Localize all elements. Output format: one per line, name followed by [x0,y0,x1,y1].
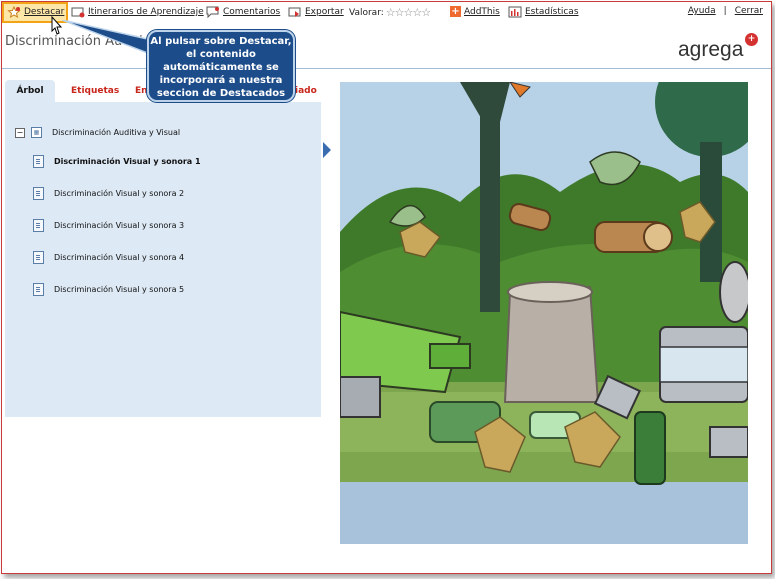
tree-item-label[interactable]: Discriminación Visual y sonora 4 [54,253,184,262]
tree-item[interactable]: Discriminación Visual y sonora 4 [33,251,184,264]
header-links: Ayuda | Cerrar [688,6,763,16]
rating-stars[interactable]: ☆☆☆☆☆ [386,6,431,19]
exportar-label[interactable]: Exportar [305,7,344,17]
package-icon: ▦ [31,127,42,138]
comentarios-button[interactable]: Comentarios [206,6,280,18]
estadisticas-button[interactable]: Estadísticas [508,6,579,18]
tree-item[interactable]: Discriminación Visual y sonora 5 [33,283,184,296]
tree-root-label[interactable]: Discriminación Auditiva y Visual [52,128,180,137]
document-icon [33,155,44,168]
tree-item[interactable]: Discriminación Visual y sonora 1 [33,155,201,168]
content-illustration[interactable] [340,82,748,544]
document-icon [33,187,44,200]
document-icon [33,251,44,264]
agrega-logo: agrega [678,38,744,61]
collapse-toggle-icon[interactable]: − [15,127,25,138]
comentarios-label[interactable]: Comentarios [223,7,280,17]
rating: Valorar: ☆☆☆☆☆ [349,6,431,19]
tree-item-label[interactable]: Discriminación Visual y sonora 2 [54,189,184,198]
tab-etiquetas[interactable]: Etiquetas [63,80,127,102]
tree-item-label[interactable]: Discriminación Visual y sonora 5 [54,285,184,294]
callout-tooltip: Al pulsar sobre Destacar, el contenido a… [147,30,295,102]
document-icon [33,219,44,232]
tree-item-label[interactable]: Discriminación Visual y sonora 1 [54,157,201,166]
tree-item[interactable]: Discriminación Visual y sonora 2 [33,187,184,200]
app-window: Destacar Itinerarios de Aprendizaje Come… [1,1,772,574]
addthis-icon: + [450,6,461,17]
logo-plus-icon: + [745,33,758,46]
tab-arbol[interactable]: Árbol [5,80,55,102]
tree-root[interactable]: − ▦ Discriminación Auditiva y Visual [15,127,180,138]
tree-panel: − ▦ Discriminación Auditiva y Visual Dis… [5,102,321,417]
addthis-button[interactable]: + AddThis [450,6,500,17]
itinerary-icon [71,7,85,18]
estadisticas-label[interactable]: Estadísticas [525,7,579,17]
itinerarios-button[interactable]: Itinerarios de Aprendizaje [71,6,204,18]
valorar-label: Valorar: [349,7,384,18]
itinerarios-label[interactable]: Itinerarios de Aprendizaje [88,7,204,17]
addthis-label[interactable]: AddThis [464,7,500,17]
star-add-icon [7,6,21,18]
comment-icon [206,6,219,18]
panel-collapse-arrow-icon[interactable] [323,142,331,158]
exportar-button[interactable]: Exportar [288,6,344,18]
export-icon [288,7,301,17]
ayuda-link[interactable]: Ayuda [688,6,716,16]
link-separator: | [723,6,727,16]
statistics-icon [508,6,522,18]
tree-item[interactable]: Discriminación Visual y sonora 3 [33,219,184,232]
document-icon [33,283,44,296]
tree-item-label[interactable]: Discriminación Visual y sonora 3 [54,221,184,230]
cerrar-link[interactable]: Cerrar [735,6,763,16]
